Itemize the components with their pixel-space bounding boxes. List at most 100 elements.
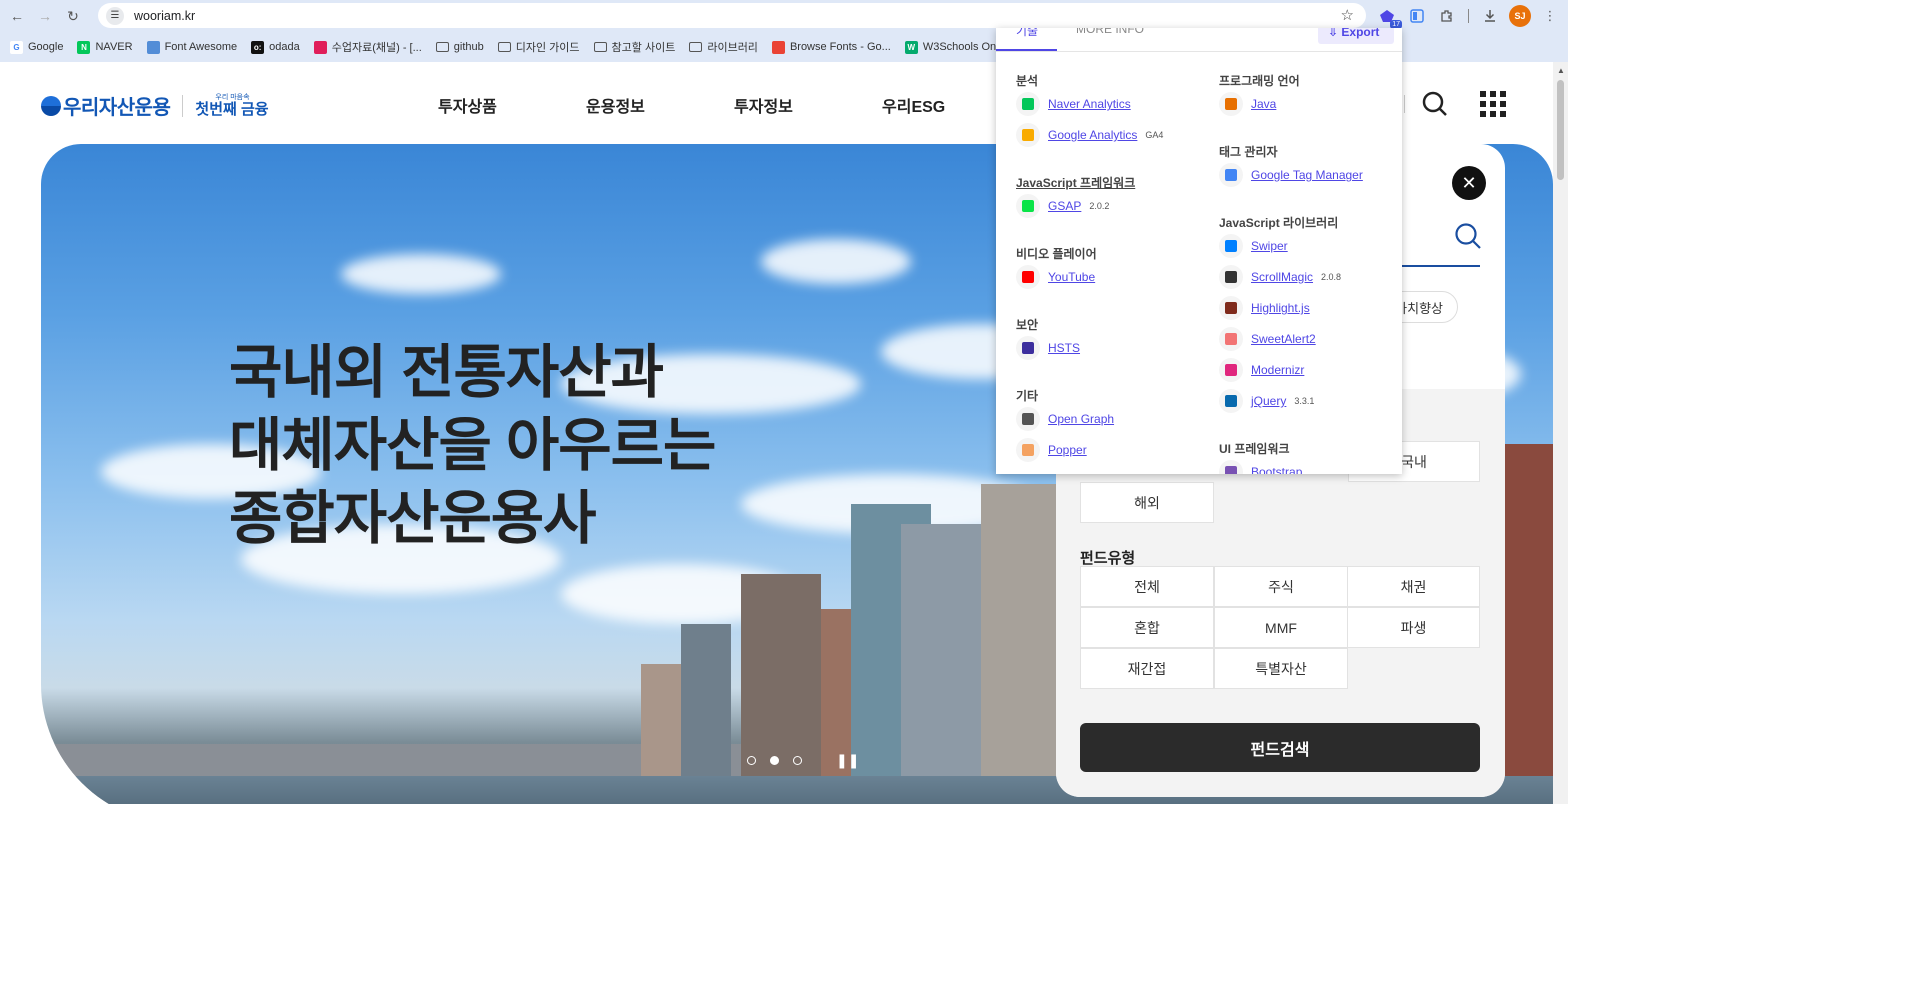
technology-item[interactable]: Modernizr: [1219, 358, 1304, 382]
more-menu-icon[interactable]: ⋮: [1539, 5, 1561, 27]
technology-name[interactable]: Highlight.js: [1251, 301, 1310, 315]
region-overseas[interactable]: 해외: [1080, 482, 1214, 523]
technology-name[interactable]: ScrollMagic: [1251, 270, 1313, 284]
technology-item[interactable]: Java: [1219, 92, 1276, 116]
bookmark-item[interactable]: G Google: [10, 40, 63, 54]
close-icon[interactable]: ✕: [1452, 166, 1486, 200]
technology-item[interactable]: Popper: [1016, 438, 1087, 462]
technology-item[interactable]: Naver Analytics: [1016, 92, 1131, 116]
technology-item[interactable]: Google Tag Manager: [1219, 163, 1363, 187]
site-favicon-icon: W: [904, 40, 918, 54]
technology-item[interactable]: ScrollMagic 2.0.8: [1219, 265, 1341, 289]
technology-item[interactable]: Swiper: [1219, 234, 1288, 258]
download-icon[interactable]: [1479, 5, 1501, 27]
technology-name[interactable]: Google Analytics: [1048, 128, 1137, 142]
fund-type-option[interactable]: 전체: [1080, 566, 1214, 607]
technology-item[interactable]: Google Analytics GA4: [1016, 123, 1163, 147]
bookmark-item[interactable]: 수업자료(채널) - [...: [313, 39, 422, 55]
bookmark-item[interactable]: Browse Fonts - Go...: [771, 40, 891, 54]
fund-search-icon[interactable]: [1454, 222, 1482, 250]
nav-item-operations[interactable]: 운용정보: [586, 93, 734, 117]
scroll-up-icon[interactable]: ▲: [1557, 66, 1565, 75]
wappalyzer-category: 프로그래밍 언어: [1219, 74, 1300, 88]
tab-more-info[interactable]: MORE INFO: [1076, 28, 1144, 36]
technology-name[interactable]: jQuery: [1251, 394, 1286, 408]
technology-logo-icon: [1219, 296, 1243, 320]
bookmark-item[interactable]: 라이브러리: [689, 39, 758, 55]
forward-icon[interactable]: →: [34, 5, 56, 27]
technology-name[interactable]: Naver Analytics: [1048, 97, 1131, 111]
url-text[interactable]: wooriam.kr: [134, 9, 195, 23]
technology-name[interactable]: GSAP: [1048, 199, 1081, 213]
technology-name[interactable]: Modernizr: [1251, 363, 1304, 377]
bookmark-label: NAVER: [95, 41, 133, 53]
technology-name[interactable]: Google Tag Manager: [1251, 168, 1363, 182]
logo-slogan: 우리 마음속 첫번째 금융: [195, 94, 268, 118]
page-scrollbar[interactable]: ▲: [1553, 62, 1568, 804]
bookmark-item[interactable]: github: [435, 41, 484, 53]
wappalyzer-category: JavaScript 라이브러리: [1219, 216, 1339, 230]
slider-dot-3[interactable]: [793, 756, 802, 765]
slider-dot-2[interactable]: [770, 756, 779, 765]
folder-icon: [593, 42, 607, 52]
technology-name[interactable]: YouTube: [1048, 270, 1095, 284]
fund-type-option[interactable]: 파생: [1347, 607, 1480, 648]
technology-item[interactable]: Highlight.js: [1219, 296, 1310, 320]
technology-name[interactable]: Swiper: [1251, 239, 1288, 253]
bookmark-item[interactable]: N NAVER: [77, 40, 133, 54]
fund-type-option[interactable]: 채권: [1347, 566, 1480, 607]
technology-name[interactable]: Popper: [1048, 443, 1087, 457]
address-bar[interactable]: ☰ wooriam.kr ☆: [98, 3, 1366, 28]
scroll-thumb[interactable]: [1557, 80, 1564, 180]
technology-item[interactable]: jQuery 3.3.1: [1219, 389, 1314, 413]
reload-icon[interactable]: ↻: [62, 5, 84, 27]
all-menu-icon[interactable]: [1480, 91, 1506, 117]
site-favicon-icon: o:: [251, 40, 265, 54]
fund-type-option[interactable]: 주식: [1214, 566, 1348, 607]
technology-item[interactable]: SweetAlert2: [1219, 327, 1316, 351]
wappalyzer-category: 태그 관리자: [1219, 145, 1278, 159]
technology-item[interactable]: Bootstrap: [1219, 460, 1302, 474]
wappalyzer-category[interactable]: JavaScript 프레임워크: [1016, 174, 1135, 191]
wappalyzer-icon[interactable]: 17: [1376, 5, 1402, 29]
puzzle-extensions-icon[interactable]: [1436, 5, 1458, 27]
technology-name[interactable]: Java: [1251, 97, 1276, 111]
site-info-icon[interactable]: ☰: [106, 6, 124, 25]
technology-item[interactable]: GSAP 2.0.2: [1016, 194, 1109, 218]
pause-icon[interactable]: ❚❚: [836, 752, 859, 769]
fund-type-option[interactable]: 특별자산: [1214, 648, 1348, 689]
nav-item-investment-info[interactable]: 투자정보: [734, 93, 882, 117]
fund-type-option[interactable]: 혼합: [1080, 607, 1214, 648]
bookmark-item[interactable]: 참고할 사이트: [593, 39, 675, 55]
search-icon[interactable]: [1422, 91, 1448, 117]
technology-logo-icon: [1219, 389, 1243, 413]
technology-name[interactable]: Bootstrap: [1251, 465, 1302, 474]
slider-dot-1[interactable]: [747, 756, 756, 765]
bookmark-item[interactable]: 디자인 가이드: [497, 39, 580, 55]
bookmark-item[interactable]: Font Awesome: [146, 40, 237, 54]
bookmark-star-icon[interactable]: ☆: [1341, 6, 1354, 24]
fund-type-option[interactable]: 재간접: [1080, 648, 1214, 689]
fund-type-option[interactable]: MMF: [1214, 607, 1348, 648]
technology-item[interactable]: YouTube: [1016, 265, 1095, 289]
back-icon[interactable]: ←: [6, 5, 28, 27]
tab-technologies[interactable]: 기술: [1016, 28, 1038, 39]
profile-avatar[interactable]: SJ: [1509, 5, 1531, 27]
wappalyzer-category: 기타: [1016, 389, 1039, 403]
site-logo[interactable]: 우리자산운용 우리 마음속 첫번째 금융: [41, 91, 269, 120]
technology-logo-icon: [1219, 234, 1243, 258]
reader-extension-icon[interactable]: [1406, 5, 1428, 27]
hero-line-1: 국내외 전통자산과: [229, 340, 664, 405]
export-button[interactable]: ⇩ Export: [1318, 28, 1394, 44]
folder-icon: [497, 42, 511, 52]
site-favicon-icon: [771, 40, 785, 54]
wappalyzer-popup: 기술 MORE INFO ⇩ Export 분석 Naver Analytics G…: [996, 28, 1402, 474]
bookmark-item[interactable]: o: odada: [251, 40, 300, 54]
fund-search-button[interactable]: 펀드검색: [1080, 723, 1480, 772]
technology-item[interactable]: Open Graph: [1016, 407, 1114, 431]
technology-item[interactable]: HSTS: [1016, 336, 1080, 360]
nav-item-products[interactable]: 투자상품: [438, 93, 586, 117]
technology-name[interactable]: SweetAlert2: [1251, 332, 1316, 346]
technology-name[interactable]: HSTS: [1048, 341, 1080, 355]
technology-name[interactable]: Open Graph: [1048, 412, 1114, 426]
